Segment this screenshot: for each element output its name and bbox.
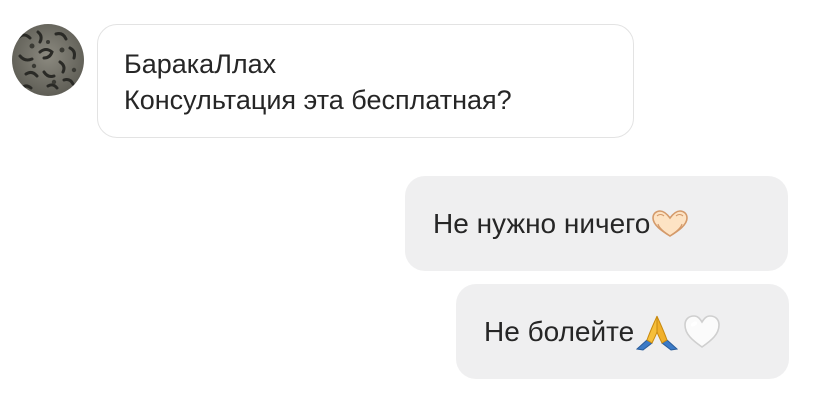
sender-name: БаракаЛлах (124, 49, 277, 79)
message-text: Не болейте (484, 315, 635, 347)
message-text: Консультация эта бесплатная? (124, 85, 512, 115)
white-heart-icon (682, 314, 722, 350)
outgoing-message[interactable]: Не нужно ничего (405, 176, 788, 271)
incoming-message[interactable]: БаракаЛлах Консультация эта бесплатная? (97, 24, 634, 138)
message-text: Не нужно ничего (433, 207, 651, 239)
outgoing-message[interactable]: Не болейте (456, 284, 789, 379)
heart-hands-icon (650, 209, 690, 239)
folded-hands-icon (634, 313, 680, 351)
avatar[interactable] (12, 24, 84, 96)
snow-leopard-avatar-icon (12, 24, 84, 96)
